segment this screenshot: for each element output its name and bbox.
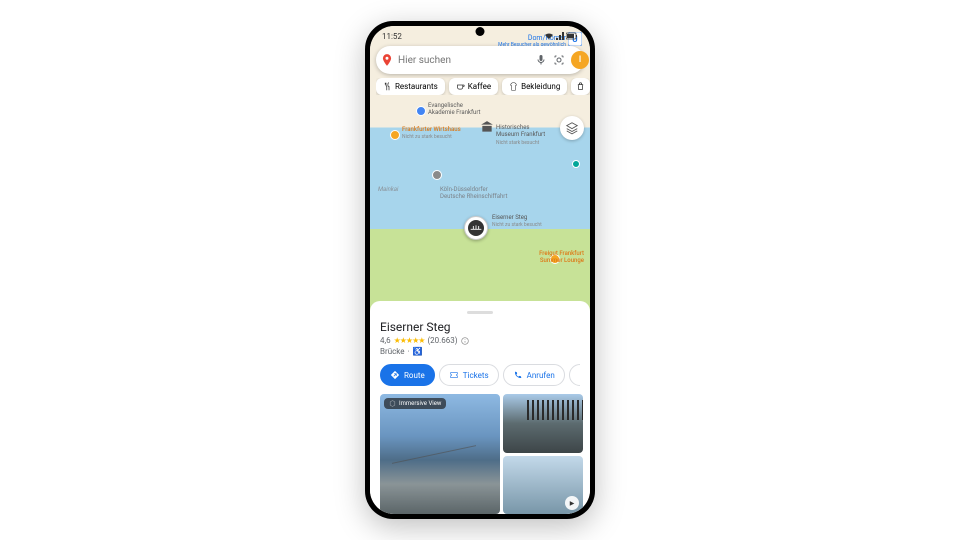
directions-icon — [390, 370, 400, 380]
chip-clothing[interactable]: Bekleidung — [502, 78, 567, 95]
map-pin-wirtshaus[interactable] — [390, 130, 400, 140]
map-label-river: Mainkai — [378, 186, 398, 193]
action-buttons: Route Tickets Anrufen Spei — [380, 364, 580, 386]
place-category: Brücke — [380, 347, 405, 356]
info-icon[interactable] — [461, 337, 469, 345]
map-pin-teal[interactable] — [572, 160, 580, 168]
star-icons: ★★★★★ — [394, 336, 425, 345]
status-icons — [544, 32, 578, 40]
search-box[interactable]: I — [376, 46, 584, 74]
category-chips: Restaurants Kaffee Bekleidung — [376, 78, 590, 95]
battery-icon — [566, 32, 578, 40]
map-label-museum: Historisches Museum Frankfurt — [496, 124, 545, 138]
chip-coffee[interactable]: Kaffee — [449, 78, 498, 95]
photo-strip: Immersive View ▶ — [370, 394, 590, 514]
truss-graphic — [527, 400, 583, 420]
place-title: Eiserner Steg — [380, 320, 580, 334]
lens-icon[interactable] — [553, 54, 565, 66]
search-action-icons: I — [535, 51, 589, 69]
map-label-steg: Eiserner Steg — [492, 214, 527, 221]
ticket-icon — [449, 370, 459, 380]
call-button[interactable]: Anrufen — [503, 364, 565, 386]
bridge-graphic — [392, 445, 476, 514]
map-label-academy: Evangelische Akademie Frankfurt — [428, 102, 481, 116]
bridge-poi-icon — [468, 220, 484, 236]
accessible-icon: ♿ — [413, 347, 423, 356]
camera-notch — [476, 27, 485, 36]
place-bottom-sheet[interactable]: Eiserner Steg 4,6 ★★★★★ (20.663) Brücke … — [370, 301, 590, 514]
photo-thumb-1[interactable] — [503, 394, 583, 453]
screen: 11:52 Dom/Römer Mehr Besucher als gewöhn… — [370, 26, 590, 514]
map-label-steg-note: Nicht zu stark besucht — [492, 222, 542, 228]
rating-row[interactable]: 4,6 ★★★★★ (20.663) — [380, 336, 580, 345]
map-label-freigut: Freigut Frankfurt Summer Lounge — [539, 250, 584, 264]
photo-thumb-2[interactable]: ▶ — [503, 456, 583, 515]
shirt-icon — [509, 82, 518, 91]
profile-avatar[interactable]: I — [571, 51, 589, 69]
layers-icon — [565, 121, 579, 135]
cube-icon — [389, 400, 396, 407]
utensils-icon — [383, 82, 392, 91]
play-icon: ▶ — [565, 496, 579, 510]
immersive-badge: Immersive View — [384, 398, 446, 409]
sheet-handle[interactable] — [467, 311, 493, 314]
chip-more[interactable] — [571, 78, 590, 95]
phone-frame: 11:52 Dom/Römer Mehr Besucher als gewöhn… — [365, 21, 595, 519]
wifi-icon — [544, 32, 554, 40]
signal-icon — [556, 32, 564, 40]
rating-value: 4,6 — [380, 336, 391, 345]
search-input[interactable] — [394, 55, 535, 66]
category-row: Brücke · ♿ — [380, 347, 580, 356]
review-count: (20.663) — [427, 336, 457, 345]
shopping-icon — [576, 82, 585, 91]
chip-restaurants[interactable]: Restaurants — [376, 78, 445, 95]
map-pin-gray[interactable] — [432, 170, 442, 180]
save-button[interactable]: Spei — [569, 364, 580, 386]
map-label-koln: Köln-Düsseldorfer Deutsche Rheinschiffah… — [440, 186, 507, 200]
selected-poi-marker[interactable] — [464, 216, 488, 240]
coffee-icon — [456, 82, 465, 91]
maps-logo-icon — [380, 52, 394, 68]
museum-icon[interactable] — [480, 120, 494, 134]
layers-button[interactable] — [560, 116, 584, 140]
mic-icon[interactable] — [535, 54, 547, 66]
map-label-museum-note: Nicht stark besucht — [496, 140, 539, 146]
bookmark-icon — [579, 370, 580, 380]
phone-icon — [513, 370, 523, 380]
tickets-button[interactable]: Tickets — [439, 364, 499, 386]
status-time: 11:52 — [382, 32, 402, 41]
route-button[interactable]: Route — [380, 364, 435, 386]
photo-thumbnails: ▶ — [503, 394, 583, 514]
map-label-wirtshaus: Frankfurter Wirtshaus — [402, 126, 461, 133]
map-label-wirtshaus-note: Nicht zu stark besucht — [402, 134, 452, 140]
map-pin-academy[interactable] — [416, 106, 426, 116]
photo-immersive[interactable]: Immersive View — [380, 394, 500, 514]
